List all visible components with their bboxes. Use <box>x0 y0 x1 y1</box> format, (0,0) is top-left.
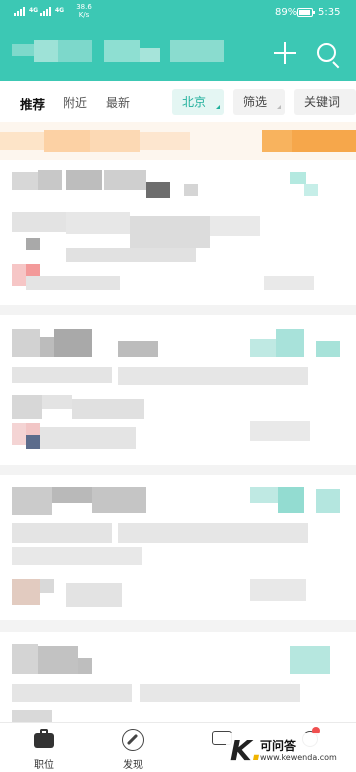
signal-icon-2 <box>40 7 51 16</box>
network-type-label: 4G <box>29 7 39 14</box>
city-filter[interactable]: 北京 <box>172 89 224 115</box>
watermark-logo: K. <box>230 734 263 767</box>
app-header: 4G 4G 38.6 K/s 89% 5:35 <box>0 0 356 81</box>
dropdown-triangle-icon <box>216 105 220 109</box>
status-bar: 4G 4G 38.6 K/s 89% 5:35 <box>0 0 356 26</box>
tab-latest[interactable]: 最新 <box>106 94 130 111</box>
job-card[interactable] <box>0 315 356 465</box>
nav-item-discover[interactable]: 发现 <box>103 723 163 772</box>
watermark: K. 可问答 www.kewenda.com <box>226 733 354 767</box>
nav-label-discover: 发现 <box>123 760 143 771</box>
screen-filter-label: 筛选 <box>243 95 268 109</box>
net-speed-value: 38.6 <box>76 3 92 11</box>
tab-filter-bar: 推荐 附近 最新 北京 筛选 关键词 <box>0 81 356 122</box>
signal-icon <box>14 7 25 16</box>
watermark-brand: 可问答 <box>260 739 297 753</box>
tab-nearby[interactable]: 附近 <box>63 94 87 111</box>
plus-icon[interactable] <box>272 40 298 66</box>
tab-recommend[interactable]: 推荐 <box>20 94 45 113</box>
nav-label-jobs: 职位 <box>34 760 54 771</box>
nav-item-jobs[interactable]: 职位 <box>14 723 74 772</box>
watermark-url: www.kewenda.com <box>260 753 337 762</box>
battery-percent: 89% <box>275 7 298 18</box>
compass-icon <box>122 729 144 751</box>
net-speed: 38.6 K/s <box>75 3 93 19</box>
network-type-label-2: 4G <box>55 7 65 14</box>
keyword-filter[interactable]: 关键词 <box>294 89 356 115</box>
city-filter-label: 北京 <box>182 95 207 109</box>
dropdown-triangle-icon <box>277 105 281 109</box>
promo-banner[interactable] <box>0 122 356 160</box>
job-card[interactable] <box>0 160 356 305</box>
clock: 5:35 <box>318 7 341 18</box>
screen-filter[interactable]: 筛选 <box>233 89 285 115</box>
keyword-filter-label: 关键词 <box>304 95 341 109</box>
net-speed-unit: K/s <box>78 11 90 19</box>
briefcase-icon <box>34 729 54 748</box>
search-icon[interactable] <box>314 40 342 69</box>
job-card[interactable] <box>0 475 356 620</box>
battery-icon <box>297 8 315 17</box>
job-card[interactable] <box>0 632 356 722</box>
